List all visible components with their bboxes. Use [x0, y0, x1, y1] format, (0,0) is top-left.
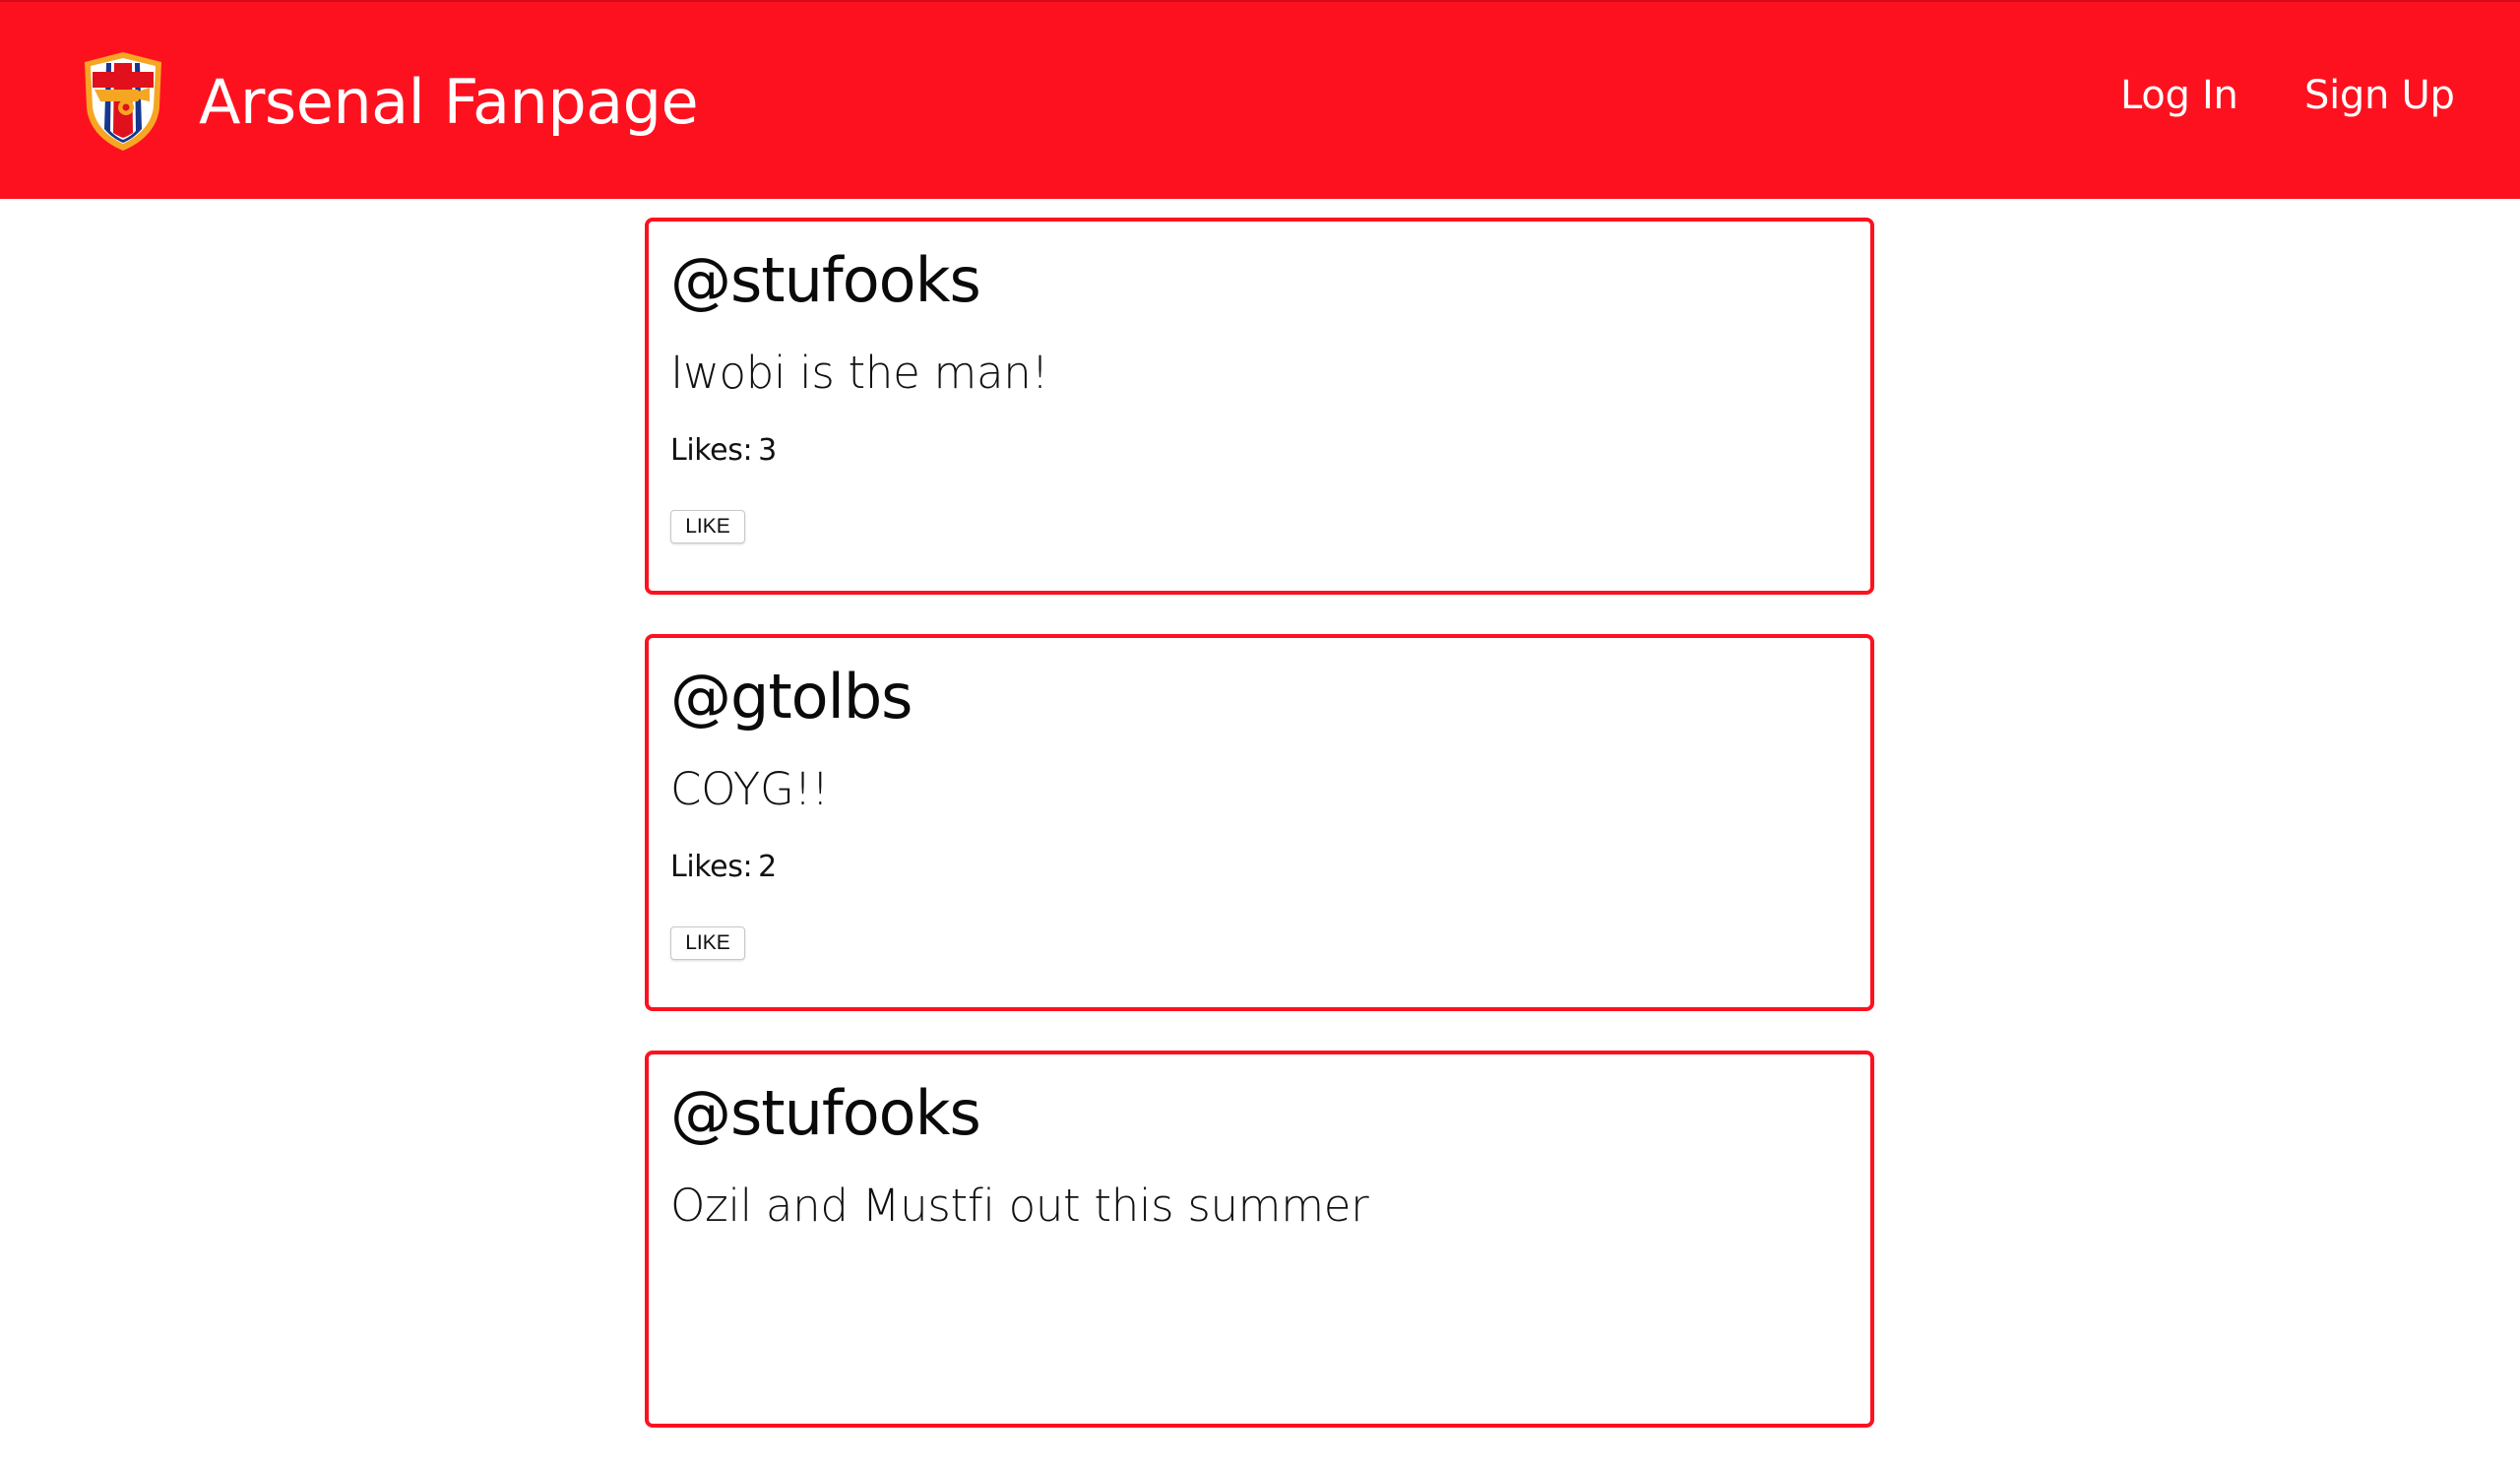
- signup-link[interactable]: Sign Up: [2304, 73, 2455, 118]
- post-feed: @stufooks Iwobi is the man! Likes: 3 LIK…: [645, 218, 1874, 1467]
- likes-label: Likes:: [670, 433, 753, 468]
- post-card: @gtolbs COYG!! Likes: 2 LIKE: [645, 634, 1874, 1011]
- likes-count: Likes: 2: [670, 849, 1870, 886]
- post-message: Ozil and Mustfi out this summer: [670, 1180, 1369, 1232]
- arsenal-crest-icon: [85, 52, 161, 151]
- post-card: @stufooks Ozil and Mustfi out this summe…: [645, 1051, 1874, 1428]
- likes-value: 3: [758, 433, 777, 468]
- post-username[interactable]: @stufooks: [670, 1076, 1870, 1151]
- like-button[interactable]: LIKE: [670, 510, 745, 543]
- post-username[interactable]: @gtolbs: [670, 660, 1870, 734]
- post-card: @stufooks Iwobi is the man! Likes: 3 LIK…: [645, 218, 1874, 595]
- login-link[interactable]: Log In: [2120, 73, 2238, 118]
- post-message: COYG!!: [670, 763, 830, 815]
- post-message: Iwobi is the man!: [670, 347, 1049, 399]
- top-navbar: Arsenal Fanpage Log In Sign Up: [0, 0, 2520, 199]
- site-title: Arsenal Fanpage: [199, 65, 699, 138]
- likes-value: 2: [758, 850, 777, 884]
- brand[interactable]: Arsenal Fanpage: [81, 49, 699, 154]
- likes-count: Likes: 3: [670, 432, 1870, 470]
- post-username[interactable]: @stufooks: [670, 243, 1870, 318]
- like-button[interactable]: LIKE: [670, 926, 745, 960]
- likes-label: Likes:: [670, 850, 753, 884]
